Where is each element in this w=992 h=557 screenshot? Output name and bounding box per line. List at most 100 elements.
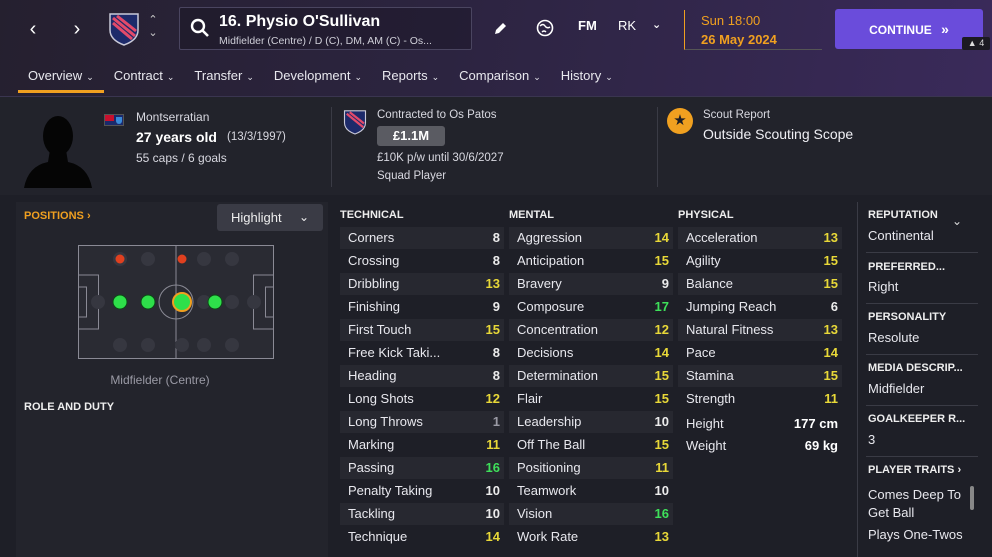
height-value: 177 cm bbox=[793, 416, 838, 431]
mental-attribute-row[interactable]: Leadership 10 bbox=[509, 411, 673, 433]
tab-reports[interactable]: Reports ⌄ bbox=[372, 66, 449, 92]
game-date[interactable]: Sun 18:00 26 May 2024 bbox=[684, 10, 822, 50]
technical-attribute-row[interactable]: Crossing 8 bbox=[340, 250, 504, 272]
back-arrow-icon[interactable]: ‹ bbox=[22, 18, 44, 40]
mental-attribute-row[interactable]: Composure 17 bbox=[509, 296, 673, 318]
tab-label: History bbox=[560, 68, 602, 83]
attribute-name: Free Kick Taki... bbox=[348, 345, 441, 360]
attribute-value: 15 bbox=[485, 322, 500, 337]
contract-title[interactable]: Contracted to Os Patos bbox=[377, 109, 497, 121]
physical-attribute-row[interactable]: Strength 11 bbox=[678, 388, 842, 410]
flag-icon bbox=[104, 114, 124, 126]
technical-attribute-row[interactable]: Technique 14 bbox=[340, 526, 504, 548]
goalkeeper-rating-value: 3 bbox=[868, 432, 876, 447]
mental-attribute-row[interactable]: Flair 15 bbox=[509, 388, 673, 410]
scout-report-title[interactable]: Scout Report bbox=[703, 109, 770, 121]
rk-button[interactable]: RK bbox=[618, 18, 636, 33]
attribute-name: Flair bbox=[517, 391, 543, 406]
mental-attribute-row[interactable]: Determination 15 bbox=[509, 365, 673, 387]
technical-attribute-row[interactable]: Finishing 9 bbox=[340, 296, 504, 318]
personality-value: Resolute bbox=[868, 330, 920, 345]
personality-title: PERSONALITY bbox=[868, 311, 947, 323]
technical-attribute-row[interactable]: Long Shots 12 bbox=[340, 388, 504, 410]
mental-attribute-row[interactable]: Decisions 14 bbox=[509, 342, 673, 364]
technical-attribute-row[interactable]: Passing 16 bbox=[340, 457, 504, 479]
mental-attribute-row[interactable]: Teamwork 10 bbox=[509, 480, 673, 502]
player-search-box[interactable]: 16. Physio O'Sullivan Midfielder (Centre… bbox=[179, 7, 472, 50]
technical-attribute-row[interactable]: Heading 8 bbox=[340, 365, 504, 387]
tab-comparison[interactable]: Comparison ⌄ bbox=[449, 66, 551, 92]
tab-history[interactable]: History ⌄ bbox=[551, 66, 623, 92]
mental-attribute-row[interactable]: Positioning 11 bbox=[509, 457, 673, 479]
attribute-value: 14 bbox=[654, 345, 669, 360]
club-crest-icon[interactable] bbox=[108, 12, 140, 46]
mental-attribute-row[interactable]: Vision 16 bbox=[509, 503, 673, 525]
mental-attribute-row[interactable]: Anticipation 15 bbox=[509, 250, 673, 272]
attribute-name: Teamwork bbox=[517, 483, 577, 498]
forward-arrow-icon[interactable]: › bbox=[66, 18, 88, 40]
mental-attribute-row[interactable]: Bravery 9 bbox=[509, 273, 673, 295]
mental-attribute-row[interactable]: Work Rate 13 bbox=[509, 526, 673, 548]
attribute-name: Marking bbox=[348, 437, 395, 452]
physical-attribute-row[interactable]: Stamina 15 bbox=[678, 365, 842, 387]
mental-attribute-row[interactable]: Aggression 14 bbox=[509, 227, 673, 249]
attribute-value: 13 bbox=[823, 322, 838, 337]
search-icon[interactable] bbox=[190, 18, 210, 38]
physical-attribute-row[interactable]: Agility 15 bbox=[678, 250, 842, 272]
tab-label: Development bbox=[273, 68, 351, 83]
attribute-value: 14 bbox=[485, 529, 500, 544]
tab-transfer[interactable]: Transfer ⌄ bbox=[184, 66, 263, 92]
traits-scrollbar[interactable] bbox=[970, 486, 974, 510]
technical-attribute-row[interactable]: Corners 8 bbox=[340, 227, 504, 249]
attribute-name: Determination bbox=[517, 368, 598, 383]
tab-development[interactable]: Development ⌄ bbox=[264, 66, 372, 92]
scout-report-value: Outside Scouting Scope bbox=[703, 126, 854, 142]
physical-attribute-row[interactable]: Natural Fitness 13 bbox=[678, 319, 842, 341]
star-icon: ★ bbox=[667, 108, 693, 134]
technical-attribute-row[interactable]: Free Kick Taki... 8 bbox=[340, 342, 504, 364]
technical-attribute-row[interactable]: Dribbling 13 bbox=[340, 273, 504, 295]
mental-attribute-row[interactable]: Off The Ball 15 bbox=[509, 434, 673, 456]
badge-count: 4 bbox=[979, 38, 985, 48]
physical-attribute-row[interactable]: Jumping Reach 6 bbox=[678, 296, 842, 318]
tab-overview[interactable]: Overview ⌄ bbox=[18, 66, 104, 93]
tab-label: Reports bbox=[382, 68, 428, 83]
tab-label: Transfer bbox=[194, 68, 243, 83]
attribute-value: 14 bbox=[823, 345, 838, 360]
tab-label: Comparison bbox=[459, 68, 530, 83]
technical-attribute-row[interactable]: Marking 11 bbox=[340, 434, 504, 456]
nationality: Montserratian bbox=[136, 110, 210, 124]
preferred-foot-title: PREFERRED... bbox=[868, 261, 946, 273]
technical-attribute-row[interactable]: Long Throws 1 bbox=[340, 411, 504, 433]
technical-attribute-row[interactable]: Penalty Taking 10 bbox=[340, 480, 504, 502]
attribute-value: 11 bbox=[655, 460, 669, 475]
weight-value: 69 kg bbox=[804, 438, 838, 453]
attribute-value: 8 bbox=[492, 345, 500, 360]
attribute-name: Pace bbox=[686, 345, 716, 360]
technical-attribute-row[interactable]: Tackling 10 bbox=[340, 503, 504, 525]
globe-icon[interactable] bbox=[536, 19, 554, 37]
positions-link[interactable]: POSITIONS › bbox=[24, 210, 91, 222]
physical-attribute-row[interactable]: Balance 15 bbox=[678, 273, 842, 295]
divider bbox=[331, 107, 332, 187]
highlight-dropdown[interactable]: Highlight ⌄ bbox=[217, 204, 323, 231]
edit-pencil-icon[interactable] bbox=[493, 21, 508, 36]
fm-button[interactable]: FM bbox=[578, 18, 597, 33]
mental-attribute-row[interactable]: Concentration 12 bbox=[509, 319, 673, 341]
height-label: Height bbox=[686, 416, 724, 431]
continue-button[interactable]: CONTINUE » bbox=[835, 9, 983, 49]
technical-attribute-row[interactable]: First Touch 15 bbox=[340, 319, 504, 341]
attribute-value: 16 bbox=[654, 506, 669, 521]
attribute-value: 9 bbox=[661, 276, 669, 291]
highlight-label: Highlight bbox=[231, 210, 282, 225]
physical-attribute-row[interactable]: Pace 14 bbox=[678, 342, 842, 364]
player-switch-updown[interactable]: ⌃ ⌄ bbox=[146, 14, 160, 40]
player-traits-title[interactable]: PLAYER TRAITS › bbox=[868, 464, 978, 476]
physical-attribute-row[interactable]: Acceleration 13 bbox=[678, 227, 842, 249]
chevron-down-icon: ⌄ bbox=[431, 72, 440, 82]
chevron-down-icon[interactable]: ⌄ bbox=[652, 18, 661, 31]
tab-contract[interactable]: Contract ⌄ bbox=[104, 66, 185, 92]
chevron-down-icon[interactable]: ⌄ bbox=[952, 214, 962, 228]
attribute-name: Balance bbox=[686, 276, 733, 291]
notification-badge[interactable]: ▲ 4 bbox=[962, 37, 990, 50]
